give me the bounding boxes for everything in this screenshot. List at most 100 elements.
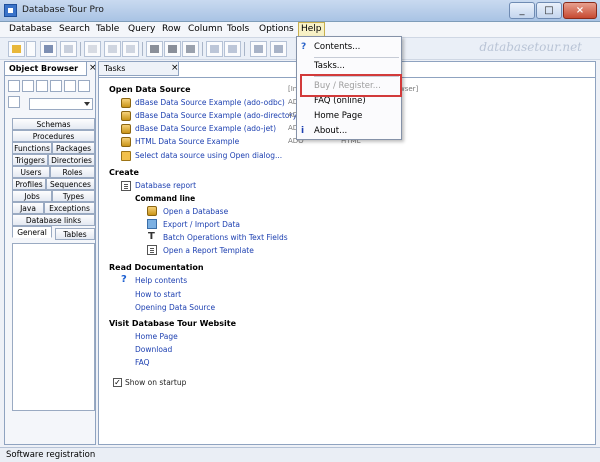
minimize-button[interactable]: _: [509, 2, 535, 19]
link-batch-operations[interactable]: Batch Operations with Text Fields: [163, 233, 288, 242]
menu-tools[interactable]: Tools: [227, 24, 249, 34]
properties-icon[interactable]: [78, 80, 90, 92]
tab-database-links[interactable]: Database links: [12, 214, 95, 226]
tab-sequences[interactable]: Sequences: [46, 178, 95, 190]
link-download[interactable]: Download: [135, 345, 172, 354]
object-browser-title: Object Browser: [5, 62, 87, 76]
object-type-select[interactable]: [29, 98, 93, 110]
tab-types[interactable]: Types: [52, 190, 95, 202]
menu-help[interactable]: Help: [298, 22, 325, 37]
toolbar-separator: [142, 42, 143, 56]
copy-button[interactable]: [60, 41, 77, 57]
toolbar-separator: [80, 42, 81, 56]
show-on-startup-checkbox[interactable]: ✓: [113, 378, 122, 387]
menu-item-home-page[interactable]: Home Page: [297, 108, 401, 124]
tab-exceptions[interactable]: Exceptions: [44, 202, 95, 214]
close-icon[interactable]: ×: [89, 63, 97, 73]
title-bar: Database Tour Pro _ □ ×: [0, 0, 600, 22]
report-icon: [121, 181, 131, 191]
close-button[interactable]: ×: [563, 2, 597, 19]
tab-profiles[interactable]: Profiles: [12, 178, 46, 190]
link-dbase-ado-jet[interactable]: dBase Data Source Example (ado-jet): [135, 124, 276, 133]
link-home-page[interactable]: Home Page: [135, 332, 178, 341]
database-icon: [147, 206, 157, 216]
status-text: Software registration: [6, 450, 96, 460]
find-next-button[interactable]: [164, 41, 181, 57]
show-on-startup-label: Show on startup: [125, 378, 187, 387]
tab-tables[interactable]: Tables: [55, 228, 95, 240]
link-dbase-ado-directory[interactable]: dBase Data Source Example (ado-directory…: [135, 111, 300, 120]
menu-item-label: Contents...: [314, 42, 361, 52]
tab-java[interactable]: Java: [12, 202, 44, 214]
menu-table[interactable]: Table: [96, 24, 119, 34]
menu-item-label: Tasks...: [314, 61, 345, 71]
help-icon: ?: [121, 274, 127, 285]
menu-column[interactable]: Column: [188, 24, 222, 34]
link-export-import-data[interactable]: Export / Import Data: [163, 220, 240, 229]
refresh-icon[interactable]: [64, 80, 76, 92]
database-icon: [121, 137, 131, 147]
app-icon: [4, 4, 17, 17]
object-list[interactable]: [12, 243, 95, 411]
menu-row[interactable]: Row: [162, 24, 181, 34]
link-faq[interactable]: FAQ: [135, 358, 150, 367]
edit-icon[interactable]: [50, 80, 62, 92]
section-visit-website: Visit Database Tour Website: [109, 319, 237, 328]
database-icon: [121, 124, 131, 134]
tab-jobs[interactable]: Jobs: [12, 190, 52, 202]
tab-packages[interactable]: Packages: [52, 142, 95, 154]
menu-item-about[interactable]: i About...: [297, 123, 401, 139]
replace-button[interactable]: [182, 41, 199, 57]
tab-users[interactable]: Users: [12, 166, 50, 178]
close-icon[interactable]: ×: [171, 63, 179, 73]
query-button[interactable]: [224, 41, 241, 57]
maximize-button[interactable]: □: [536, 2, 562, 19]
delete-icon[interactable]: [36, 80, 48, 92]
save-button[interactable]: [40, 41, 57, 57]
report-button[interactable]: [250, 41, 267, 57]
link-open-a-database[interactable]: Open a Database: [163, 207, 228, 216]
object-browser-panel: Object Browser × Schemas Procedures Func…: [4, 61, 97, 445]
link-database-report[interactable]: Database report: [135, 181, 196, 190]
redo-button[interactable]: [122, 41, 139, 57]
link-opening-data-source[interactable]: Opening Data Source: [135, 303, 215, 312]
menu-item-tasks[interactable]: Tasks...: [297, 58, 401, 74]
tab-directories[interactable]: Directories: [48, 154, 95, 166]
link-help-contents[interactable]: Help contents: [135, 276, 187, 285]
tab-schemas[interactable]: Schemas: [12, 118, 95, 130]
highlight-box: [300, 74, 402, 97]
menu-query[interactable]: Query: [128, 24, 155, 34]
link-dbase-ado-odbc[interactable]: dBase Data Source Example (ado-odbc): [135, 98, 285, 107]
info-icon: i: [301, 126, 305, 136]
new-object-icon[interactable]: [8, 80, 20, 92]
tab-functions[interactable]: Functions: [12, 142, 52, 154]
link-open-report-template[interactable]: Open a Report Template: [163, 246, 254, 255]
section-open-data-source: Open Data Source: [109, 85, 191, 94]
folder-open-icon: [121, 151, 131, 161]
dropdown-icon[interactable]: [22, 80, 34, 92]
menu-search[interactable]: Search: [59, 24, 90, 34]
print-button[interactable]: [270, 41, 287, 57]
menu-database[interactable]: Database: [9, 24, 52, 34]
tab-tasks[interactable]: Tasks: [99, 62, 179, 76]
link-select-data-source[interactable]: Select data source using Open dialog...: [135, 151, 282, 160]
tab-general[interactable]: General: [12, 226, 52, 238]
open-dropdown-button[interactable]: [26, 41, 36, 57]
menu-options[interactable]: Options: [259, 24, 294, 34]
database-icon: [121, 98, 131, 108]
table-button[interactable]: [206, 41, 223, 57]
menu-item-contents[interactable]: ? Contents...: [297, 39, 401, 55]
cut-button[interactable]: [84, 41, 101, 57]
tab-roles[interactable]: Roles: [50, 166, 95, 178]
link-html-data-source[interactable]: HTML Data Source Example: [135, 137, 239, 146]
tab-procedures[interactable]: Procedures: [12, 130, 95, 142]
open-button[interactable]: [8, 41, 25, 57]
link-how-to-start[interactable]: How to start: [135, 290, 181, 299]
text-field-icon: T: [148, 231, 155, 242]
filter-icon[interactable]: [8, 96, 20, 108]
tab-triggers[interactable]: Triggers: [12, 154, 48, 166]
undo-button[interactable]: [104, 41, 121, 57]
section-create: Create: [109, 168, 139, 177]
database-icon: [121, 111, 131, 121]
find-button[interactable]: [146, 41, 163, 57]
